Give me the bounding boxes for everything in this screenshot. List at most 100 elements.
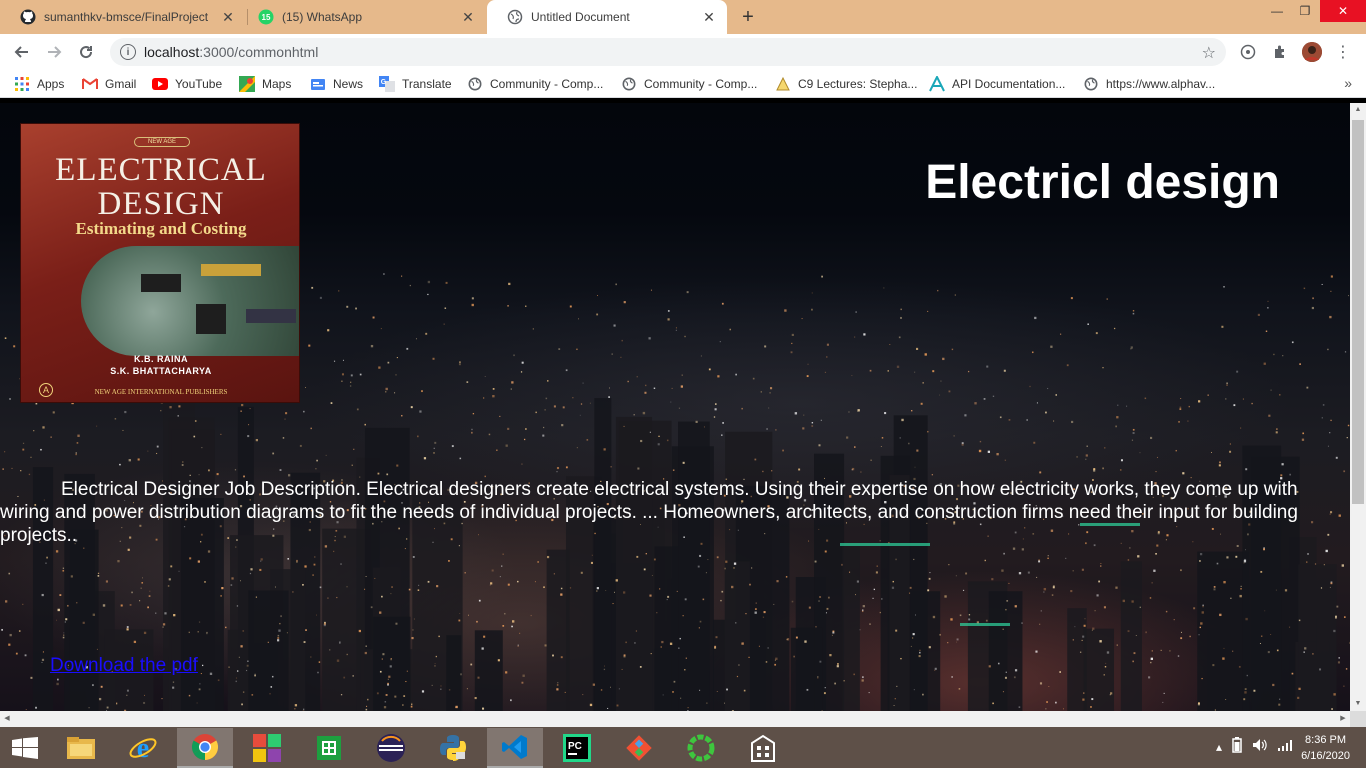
bookmark-label: API Documentation...	[952, 77, 1066, 91]
taskbar-chrome[interactable]	[177, 728, 233, 768]
taskbar-git[interactable]	[611, 728, 667, 768]
translate-icon: G	[379, 76, 395, 92]
extension-icon[interactable]	[1238, 42, 1258, 62]
taskbar-excel[interactable]	[301, 728, 357, 768]
bookmark-label: Community - Comp...	[644, 77, 758, 91]
globe-icon	[507, 9, 523, 25]
bookmarks-overflow-button[interactable]: »	[1344, 75, 1352, 91]
taskbar-file-explorer[interactable]	[53, 728, 109, 768]
forward-button[interactable]	[42, 40, 66, 64]
book-title-line1: ELECTRICAL	[55, 152, 267, 188]
bookmark-news[interactable]: News	[310, 75, 363, 93]
taskbar-internet-explorer[interactable]: e	[115, 728, 171, 768]
bookmark-youtube[interactable]: YouTube	[152, 75, 222, 93]
page-description: Electrical Designer Job Description. Ele…	[0, 479, 1298, 546]
tab-close-icon[interactable]: ✕	[460, 9, 476, 25]
scroll-up-arrow-icon[interactable]: ▲	[1350, 103, 1366, 117]
scrollbar-corner	[1350, 711, 1366, 727]
scroll-left-arrow-icon[interactable]: ◀	[0, 711, 14, 727]
bookmark-star-icon[interactable]: ☆	[1202, 43, 1216, 63]
book-cover-image: NEW AGE ELECTRICAL DESIGN Estimating and…	[20, 123, 300, 403]
tab-whatsapp[interactable]: 15 (15) WhatsApp ✕	[238, 0, 486, 34]
vscode-icon	[499, 731, 531, 763]
reload-icon	[80, 46, 93, 59]
tab-untitled-document[interactable]: Untitled Document ✕	[487, 0, 727, 34]
bookmark-community-2[interactable]: Community - Comp...	[621, 75, 757, 93]
taskbar-building-app[interactable]	[735, 728, 791, 768]
taskbar-green-ring-app[interactable]	[673, 728, 729, 768]
youtube-icon	[152, 76, 168, 92]
reload-button[interactable]	[74, 40, 98, 64]
url-text: localhost:3000/commonhtml	[144, 44, 318, 60]
globe-icon	[621, 76, 637, 92]
circuit-chip	[196, 304, 226, 334]
tab-close-icon[interactable]: ✕	[220, 9, 236, 25]
bookmark-label: Gmail	[105, 77, 137, 91]
start-button[interactable]	[0, 728, 50, 768]
bookmark-label: YouTube	[175, 77, 223, 91]
bookmark-label: https://www.alphav...	[1106, 77, 1216, 91]
minimize-button[interactable]: —	[1262, 0, 1292, 22]
bookmarks-bar: Apps Gmail YouTube Maps News G Translate	[0, 70, 1366, 98]
tab-title: Untitled Document	[531, 10, 630, 24]
bookmark-apps[interactable]: Apps	[14, 75, 64, 93]
book-author-1: K.B. RAINA	[134, 354, 188, 364]
taskbar-python[interactable]	[425, 728, 481, 768]
book-publisher: NEW AGE INTERNATIONAL PUBLISHERS	[94, 388, 228, 396]
taskbar-eclipse[interactable]	[363, 728, 419, 768]
bookmark-label: Maps	[262, 77, 292, 91]
scroll-right-arrow-icon[interactable]: ▶	[1336, 711, 1350, 727]
battery-icon[interactable]	[1232, 737, 1242, 756]
tray-overflow-icon[interactable]: ▴	[1216, 740, 1222, 754]
bookmark-community-1[interactable]: Community - Comp...	[467, 75, 603, 93]
bookmark-api-docs[interactable]: API Documentation...	[929, 75, 1065, 93]
window-close-button[interactable]: ✕	[1320, 0, 1366, 22]
system-tray: ▴	[1216, 737, 1294, 756]
profile-avatar[interactable]	[1302, 42, 1322, 62]
circuit-chip	[201, 264, 261, 276]
menu-kebab-icon[interactable]: ⋮	[1333, 42, 1353, 62]
windows-taskbar: e PC ▴ 8:36 PM 6/16/2020	[0, 727, 1366, 768]
bookmark-label: Community - Comp...	[490, 77, 604, 91]
volume-icon[interactable]	[1252, 738, 1268, 755]
arrow-left-icon	[14, 46, 28, 58]
book-title-line2: DESIGN	[97, 186, 225, 222]
bookmark-gmail[interactable]: Gmail	[82, 75, 136, 93]
taskbar-clock[interactable]: 8:36 PM 6/16/2020	[1301, 732, 1350, 764]
svg-text:G: G	[381, 79, 387, 86]
taskbar-pycharm[interactable]: PC	[549, 728, 605, 768]
bookmark-c9-lectures[interactable]: C9 Lectures: Stepha...	[775, 75, 917, 93]
horizontal-scrollbar[interactable]: ◀ ▶	[0, 711, 1350, 727]
tab-github[interactable]: sumanthkv-bmsce/FinalProject ✕	[0, 0, 246, 34]
url-path: :3000/commonhtml	[199, 44, 319, 60]
clock-time: 8:36 PM	[1305, 734, 1347, 746]
clock-date: 6/16/2020	[1301, 750, 1350, 762]
vertical-scroll-thumb[interactable]	[1352, 120, 1364, 504]
download-pdf-link[interactable]: Download the pdf	[50, 655, 198, 677]
back-button[interactable]	[10, 40, 34, 64]
bookmark-label: C9 Lectures: Stepha...	[798, 77, 918, 91]
bookmark-maps[interactable]: Maps	[239, 75, 291, 93]
bookmark-label: Translate	[402, 77, 452, 91]
address-bar[interactable]: i localhost:3000/commonhtml ☆	[110, 38, 1226, 66]
svg-text:e: e	[137, 733, 149, 763]
scroll-down-arrow-icon[interactable]: ▼	[1350, 697, 1366, 711]
circuit-board-image	[81, 246, 299, 356]
bookmark-label: News	[333, 77, 364, 91]
new-tab-button[interactable]: +	[737, 6, 759, 28]
vertical-scrollbar[interactable]: ▲ ▼	[1350, 103, 1366, 711]
bookmark-translate[interactable]: G Translate	[379, 75, 452, 93]
info-icon[interactable]: i	[120, 44, 136, 60]
book-author-2: S.K. BHATTACHARYA	[110, 366, 212, 376]
tab-close-icon[interactable]: ✕	[701, 9, 717, 25]
taskbar-office[interactable]	[239, 728, 295, 768]
taskbar-vscode[interactable]	[487, 728, 543, 768]
network-signal-icon[interactable]	[1278, 739, 1294, 754]
bookmark-alphavantage[interactable]: https://www.alphav...	[1083, 75, 1215, 93]
folder-icon	[65, 732, 97, 764]
gmail-icon	[82, 76, 98, 92]
apps-grid-icon	[14, 76, 30, 92]
puzzle-icon[interactable]	[1270, 42, 1290, 62]
arrow-right-icon	[48, 46, 62, 58]
maximize-button[interactable]: ❐	[1290, 0, 1320, 22]
